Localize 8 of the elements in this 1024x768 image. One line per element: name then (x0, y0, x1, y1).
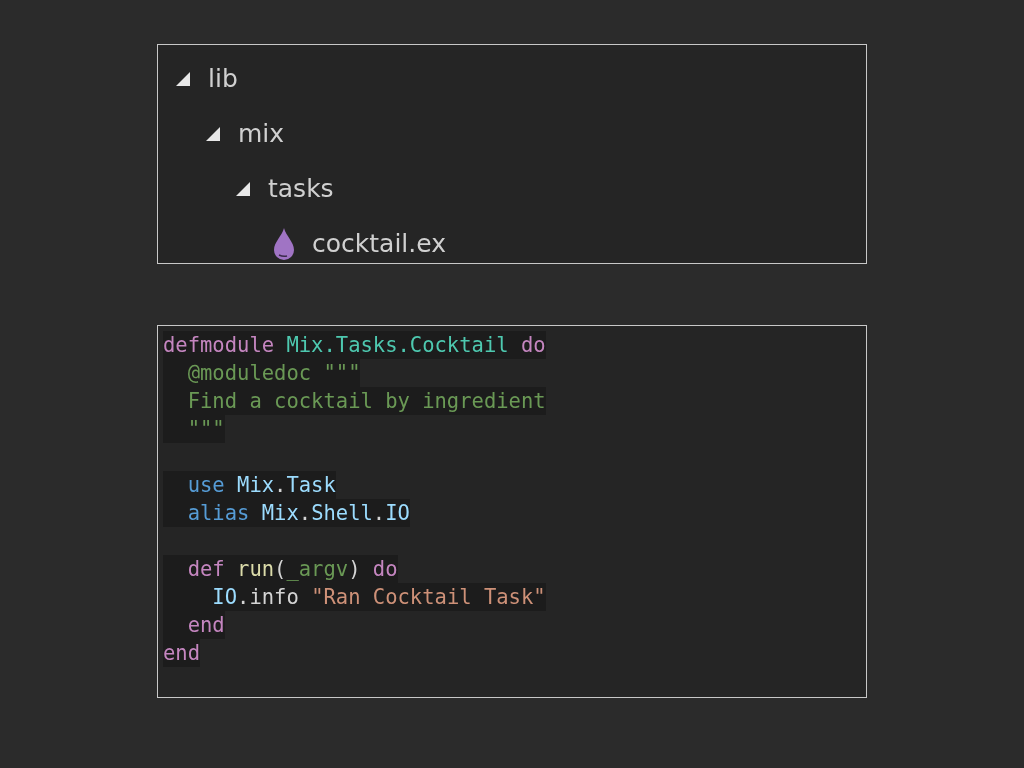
file-name[interactable]: cocktail.ex (312, 228, 446, 259)
expanded-triangle-icon[interactable] (176, 71, 190, 86)
expanded-triangle-icon[interactable] (206, 126, 220, 141)
expanded-triangle-icon[interactable] (236, 181, 250, 196)
folder-name[interactable]: lib (208, 63, 238, 94)
folder-name[interactable]: mix (238, 118, 285, 149)
drop-file-icon (272, 227, 294, 260)
folder-name[interactable]: tasks (268, 173, 334, 204)
